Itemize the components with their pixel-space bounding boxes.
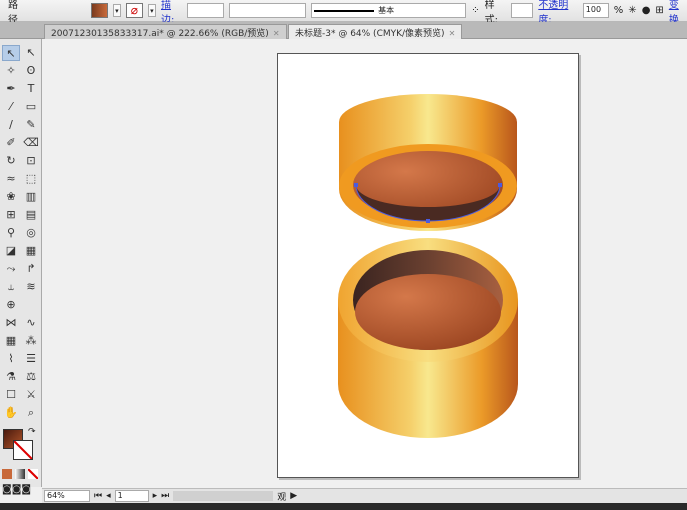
- red-tool-2-tool-icon[interactable]: ↱: [22, 261, 40, 277]
- variable-width-field[interactable]: [229, 3, 307, 18]
- bar-graph-tool-icon[interactable]: ▦: [22, 243, 40, 259]
- anchor-point[interactable]: [354, 183, 358, 187]
- stroke-dropdown[interactable]: ▾: [147, 4, 156, 17]
- scale-tool-icon[interactable]: ⊡: [22, 153, 40, 169]
- container[interactable]: [338, 238, 518, 438]
- mesh-tool-icon[interactable]: ⊞: [2, 207, 20, 223]
- close-icon[interactable]: ✕: [449, 29, 456, 38]
- next-page-button[interactable]: ▸: [153, 491, 158, 501]
- horizontal-scrollbar[interactable]: [173, 491, 274, 501]
- magic-wand-tool-icon[interactable]: ✧: [2, 63, 20, 79]
- blend-tool-icon[interactable]: ◎: [22, 225, 40, 241]
- tab-document-2[interactable]: 未标题-3* @ 64% (CMYK/像素预览) ✕: [288, 24, 463, 39]
- pen-tool-icon[interactable]: ✒: [2, 81, 20, 97]
- lasso-tool-icon[interactable]: ʘ: [22, 63, 40, 79]
- stroke-swatch[interactable]: ⌀: [126, 3, 143, 18]
- taskbar: [0, 503, 687, 510]
- anchor-point[interactable]: [426, 219, 430, 223]
- none-mode-button[interactable]: [28, 469, 38, 479]
- eyedropper-tool-icon[interactable]: ⚲: [2, 225, 20, 241]
- pencil-tool-icon[interactable]: ✎: [22, 117, 40, 133]
- green-tool-tool-icon[interactable]: ≋: [22, 279, 40, 295]
- tab-label: 20071230135833317.ai* @ 222.66% (RGB/预览): [51, 29, 269, 39]
- gradient-mode-button[interactable]: [15, 469, 25, 479]
- zoom-select[interactable]: 64%: [44, 490, 90, 502]
- warp-tool-icon[interactable]: ≈: [2, 171, 20, 187]
- stroke-weight-field[interactable]: [187, 3, 225, 18]
- blob-brush-tool-icon[interactable]: ✐: [2, 135, 20, 151]
- eraser-tool-icon[interactable]: ⌫: [22, 135, 40, 151]
- close-icon[interactable]: ✕: [273, 29, 280, 38]
- artwork: [338, 94, 518, 438]
- type-tool-icon[interactable]: T: [22, 81, 40, 97]
- wave-tool-icon[interactable]: ∿: [22, 315, 40, 331]
- list-tool-icon[interactable]: ☰: [22, 351, 40, 367]
- swap-icon[interactable]: ↷: [28, 427, 36, 437]
- style-field[interactable]: [510, 3, 534, 18]
- red-tool-tool-icon[interactable]: ⤳: [2, 261, 20, 277]
- grid-tool-icon[interactable]: ▦: [2, 333, 20, 349]
- crop-tool-icon[interactable]: ☐: [2, 387, 20, 403]
- knife-tool-icon[interactable]: ⚔: [22, 387, 40, 403]
- measure-tool-icon[interactable]: ⚖: [22, 369, 40, 385]
- lid[interactable]: [339, 94, 517, 231]
- tab-label: 未标题-3* @ 64% (CMYK/像素预览): [295, 29, 445, 39]
- anchor-point[interactable]: [498, 183, 502, 187]
- gradient-tool-icon[interactable]: ▤: [22, 207, 40, 223]
- transform-icon[interactable]: ⊞: [655, 5, 663, 16]
- zoom-tool-icon[interactable]: ⌕: [22, 405, 40, 421]
- control-bar: 路径 ▾ ⌀ ▾ 描边: 基本 ⁘ 样式: 不透明度: 100 % ✳ ● ⊞ …: [0, 0, 687, 26]
- last-page-button[interactable]: ⏭: [161, 491, 169, 501]
- opacity-unit: %: [613, 5, 624, 16]
- hand-tool-icon[interactable]: ✋: [2, 405, 20, 421]
- align-icon[interactable]: ⁘: [471, 5, 479, 16]
- screen-mode-icon[interactable]: ◙◙◙: [2, 484, 31, 495]
- opacity-field[interactable]: 100: [582, 3, 609, 18]
- line-tool-icon[interactable]: ⁄: [2, 99, 20, 115]
- toolbox: ↷ ◙◙◙ ↖ ↖ ✧ ʘ ✒ T ⁄ ▭ ∕ ✎ ✐ ⌫ ↻ ⊡ ≈ ⬚ ❀ ▥ ⊞ ▤ ⚲ ◎ ◪ ▦ ⤳ ↱ ⥿ ≋ ⊕ ⋈ ∿ ▦ ⁂ ⌇…: [0, 39, 42, 495]
- color-mode-button[interactable]: [2, 469, 12, 479]
- direct-selection-tool-icon[interactable]: ↖: [22, 45, 40, 61]
- fill-dropdown[interactable]: ▾: [112, 4, 122, 17]
- envelope-tool-icon[interactable]: ⋈: [2, 315, 20, 331]
- stroke-color-box[interactable]: [13, 440, 33, 460]
- brush-label: 基本: [378, 6, 395, 15]
- status-menu-arrow[interactable]: ▶: [290, 491, 297, 501]
- dropper-tool-icon[interactable]: ⚗: [2, 369, 20, 385]
- recolor-icon[interactable]: ✳: [628, 5, 636, 16]
- document-tabs: 20071230135833317.ai* @ 222.66% (RGB/预览)…: [0, 22, 687, 39]
- first-page-button[interactable]: ⏮: [94, 491, 102, 501]
- free-transform-tool-icon[interactable]: ⬚: [22, 171, 40, 187]
- live-paint-tool-icon[interactable]: ◪: [2, 243, 20, 259]
- path-tool-icon[interactable]: ⌇: [2, 351, 20, 367]
- crosshair-tool-icon[interactable]: ⊕: [2, 297, 20, 313]
- prev-page-button[interactable]: ◂: [106, 491, 111, 501]
- fill-swatch[interactable]: [91, 3, 108, 18]
- status-text: 观: [277, 492, 287, 503]
- globe-icon[interactable]: ●: [642, 5, 651, 16]
- dots-tool-icon[interactable]: ⁂: [22, 333, 40, 349]
- symbol-sprayer-tool-icon[interactable]: ❀: [2, 189, 20, 205]
- status-bar: 64% ⏮ ◂ 1 ▸ ⏭ 观 ▶: [42, 488, 687, 503]
- artboard[interactable]: [277, 53, 579, 478]
- column-graph-tool-icon[interactable]: ▥: [22, 189, 40, 205]
- page-select[interactable]: 1: [114, 490, 149, 502]
- paintbrush-tool-icon[interactable]: ∕: [2, 117, 20, 133]
- rectangle-tool-icon[interactable]: ▭: [22, 99, 40, 115]
- selection-tool-icon[interactable]: ↖: [2, 45, 20, 61]
- tab-document-1[interactable]: 20071230135833317.ai* @ 222.66% (RGB/预览)…: [44, 24, 287, 39]
- rotate-tool-icon[interactable]: ↻: [2, 153, 20, 169]
- brush-field[interactable]: 基本: [311, 3, 467, 18]
- blue-tool-tool-icon[interactable]: ⥿: [2, 279, 20, 295]
